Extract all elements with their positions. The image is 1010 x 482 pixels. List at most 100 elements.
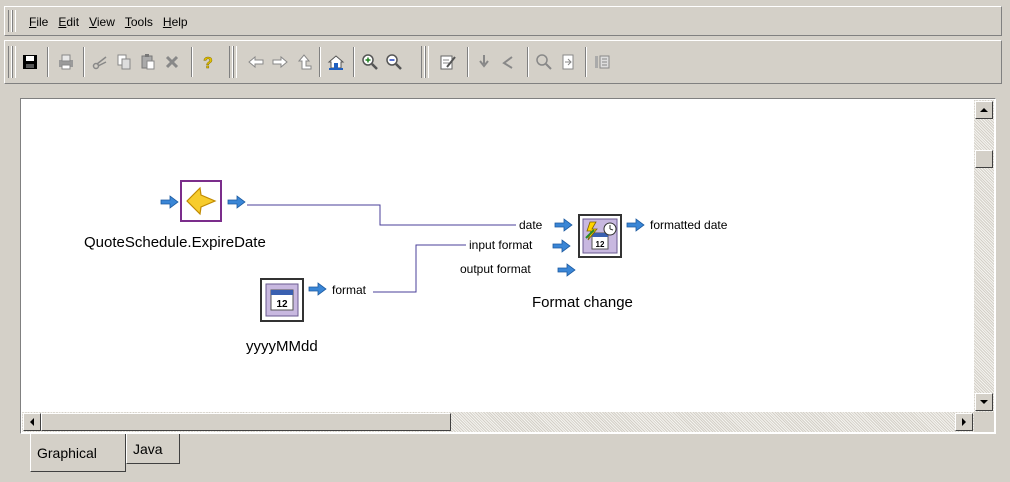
view-tabs: Graphical Java	[20, 434, 996, 474]
menu-file[interactable]: File	[29, 15, 48, 29]
toolbar-separator	[47, 47, 49, 77]
arrow-icon	[160, 195, 179, 209]
constant-node[interactable]: 12	[260, 278, 304, 322]
input-port-input-format-label: input format	[469, 238, 533, 252]
menu-help[interactable]: Help	[163, 15, 188, 29]
up-arrow-icon	[980, 108, 988, 112]
save-button[interactable]	[19, 51, 41, 73]
right-arrow-icon	[962, 418, 966, 426]
down-arrow-icon	[980, 400, 988, 404]
svg-text:?: ?	[203, 55, 213, 71]
tab-java[interactable]: Java	[126, 434, 180, 464]
home-button[interactable]	[325, 51, 347, 73]
layout-button[interactable]	[591, 51, 613, 73]
forward-button[interactable]	[269, 51, 291, 73]
connector-expiredate-to-date[interactable]	[247, 204, 516, 226]
toolbar-separator	[191, 47, 193, 77]
source-node-label: QuoteSchedule.ExpireDate	[84, 234, 266, 251]
step-out-icon	[502, 56, 513, 69]
menu-view[interactable]: View	[89, 15, 115, 29]
toolbar-grip-4	[233, 46, 237, 78]
toolbar: ?	[4, 40, 1002, 84]
paste-button[interactable]	[137, 51, 159, 73]
zoom-out-button[interactable]	[383, 51, 405, 73]
arrow-icon	[552, 239, 571, 253]
constant-node-label: yyyyMMdd	[246, 338, 318, 355]
step-out-button[interactable]	[497, 51, 519, 73]
arrow-icon	[557, 263, 576, 277]
forward-icon	[272, 55, 288, 69]
copy-button[interactable]	[113, 51, 135, 73]
back-button[interactable]	[245, 51, 267, 73]
zoom-in-icon	[362, 54, 378, 70]
mapping-canvas[interactable]: QuoteSchedule.ExpireDate 12 format yyyyM…	[22, 100, 974, 412]
menubar-grip-2	[12, 10, 16, 32]
source-node[interactable]	[180, 180, 222, 222]
menu-bar: File Edit View Tools Help	[4, 6, 1002, 36]
step-into-button[interactable]	[473, 51, 495, 73]
find-icon	[536, 54, 552, 70]
copy-icon	[117, 54, 131, 70]
horizontal-scroll-thumb[interactable]	[41, 413, 451, 431]
scroll-up-button[interactable]	[975, 101, 993, 119]
toolbar-separator	[353, 47, 355, 77]
save-icon	[23, 55, 37, 69]
export-icon	[562, 54, 574, 70]
home-icon	[327, 55, 345, 70]
output-port-formatted-date-label: formatted date	[650, 218, 728, 232]
find-button[interactable]	[533, 51, 555, 73]
horizontal-scrollbar[interactable]	[22, 412, 974, 432]
toolbar-separator	[467, 47, 469, 77]
svg-text:12: 12	[596, 240, 605, 249]
edit-properties-icon	[440, 55, 456, 70]
date-format-icon: 12	[582, 218, 618, 254]
toolbar-separator	[319, 47, 321, 77]
arrow-icon	[308, 282, 327, 296]
toolbar-separator	[585, 47, 587, 77]
transform-node-label: Format change	[532, 294, 633, 311]
left-arrow-icon	[30, 418, 34, 426]
star-arrow-icon	[186, 186, 217, 216]
input-port-date-label: date	[519, 218, 543, 232]
print-icon	[59, 54, 73, 70]
arrow-icon	[227, 195, 246, 209]
vertical-scroll-thumb[interactable]	[975, 150, 993, 168]
svg-text:12: 12	[276, 299, 288, 310]
transform-node[interactable]: 12	[578, 214, 622, 258]
export-button[interactable]	[557, 51, 579, 73]
arrow-icon	[554, 218, 573, 232]
vertical-scrollbar[interactable]	[974, 100, 994, 412]
paste-icon	[141, 54, 155, 70]
edit-properties-button[interactable]	[437, 51, 459, 73]
connector-format-to-input-format[interactable]	[373, 244, 466, 293]
scrollbar-corner	[974, 412, 994, 432]
back-icon	[248, 55, 264, 69]
cut-icon	[92, 56, 107, 70]
print-button[interactable]	[55, 51, 77, 73]
cut-button[interactable]	[89, 51, 111, 73]
zoom-out-icon	[386, 54, 402, 70]
layout-icon	[595, 55, 610, 69]
menu-edit[interactable]: Edit	[58, 15, 79, 29]
help-button[interactable]: ?	[197, 51, 219, 73]
toolbar-separator	[527, 47, 529, 77]
scroll-down-button[interactable]	[975, 393, 993, 411]
step-into-icon	[479, 55, 489, 68]
scroll-left-button[interactable]	[23, 413, 41, 431]
constant-output-port-label: format	[332, 283, 367, 297]
toolbar-separator	[83, 47, 85, 77]
connectors-layer	[247, 204, 516, 293]
up-button[interactable]	[293, 51, 315, 73]
calendar-icon: 12	[265, 283, 299, 317]
up-icon	[297, 54, 312, 70]
toolbar-grip-2	[12, 46, 16, 78]
toolbar-grip-6	[425, 46, 429, 78]
delete-button[interactable]	[161, 51, 183, 73]
mapping-canvas-frame: QuoteSchedule.ExpireDate 12 format yyyyM…	[20, 98, 996, 434]
scroll-right-button[interactable]	[955, 413, 973, 431]
arrow-icon	[626, 218, 645, 232]
help-icon: ?	[203, 55, 213, 71]
zoom-in-button[interactable]	[359, 51, 381, 73]
tab-graphical[interactable]: Graphical	[30, 434, 126, 472]
menu-tools[interactable]: Tools	[125, 15, 153, 29]
